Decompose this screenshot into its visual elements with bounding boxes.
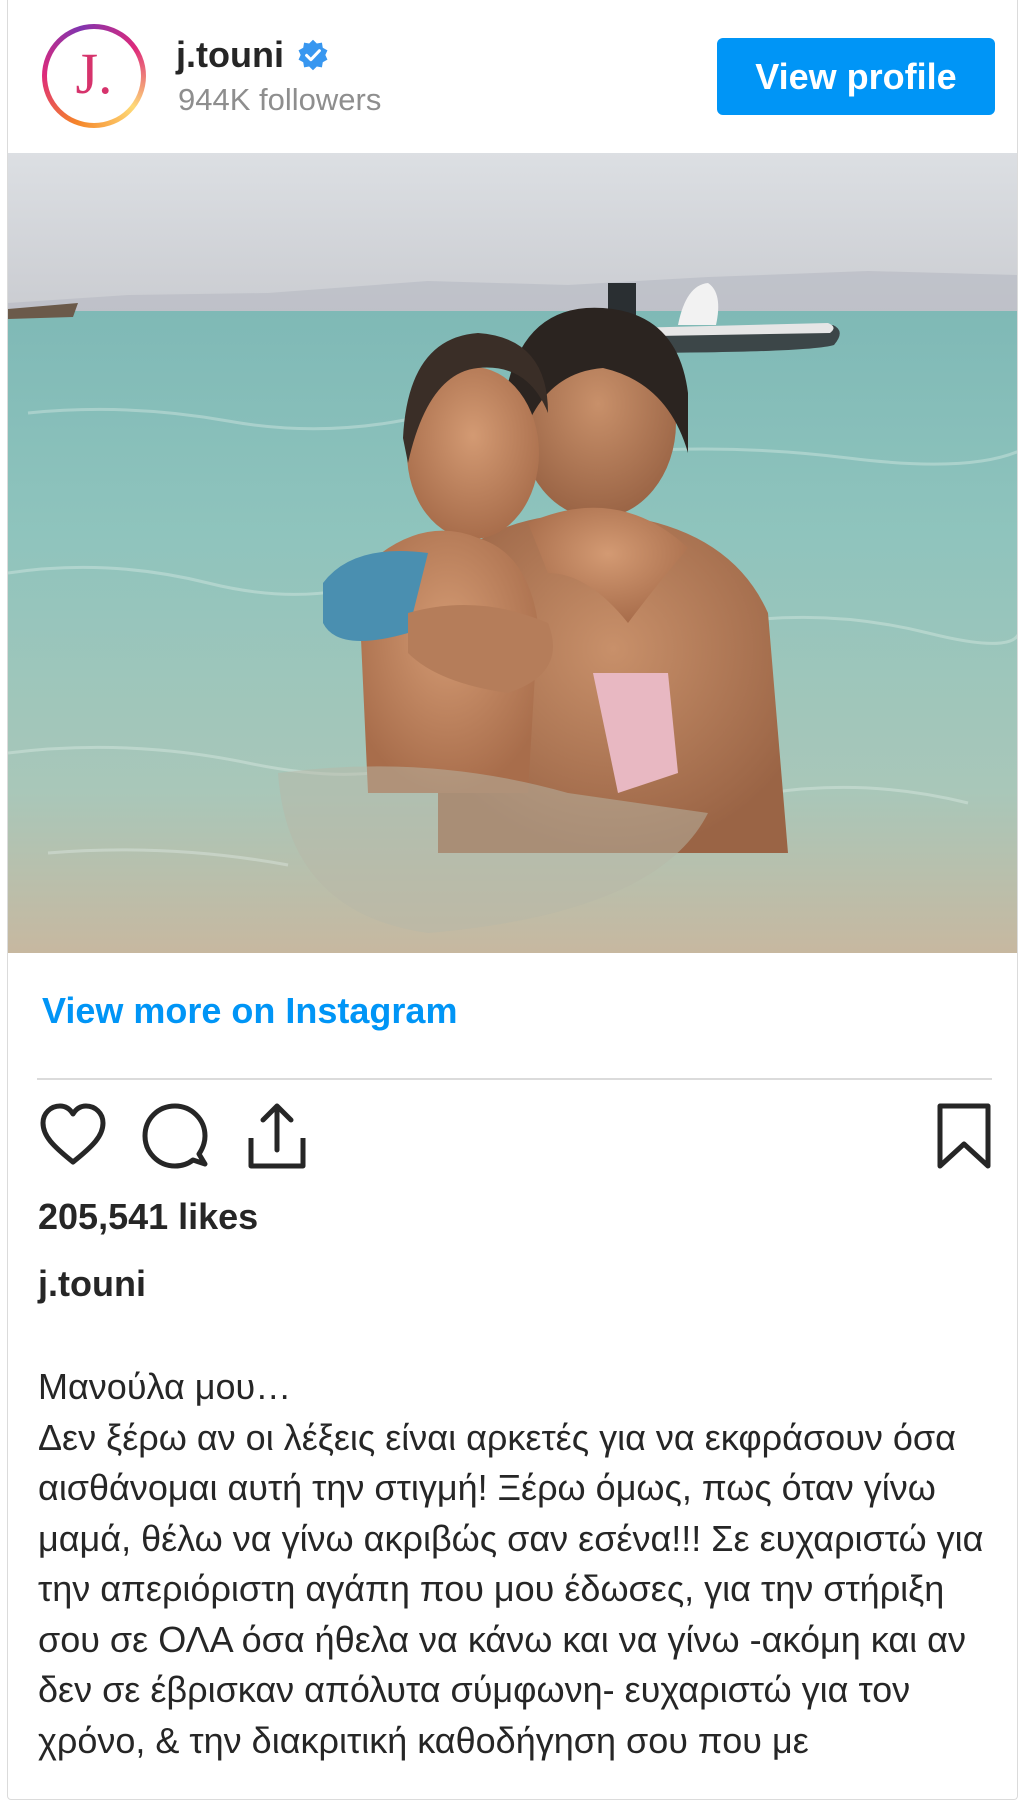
caption-text: Μανούλα μου… Δεν ξέρω αν οι λέξεις είναι… — [38, 1366, 984, 1761]
share-icon[interactable] — [241, 1100, 313, 1172]
caption-username[interactable]: j.touni — [38, 1263, 146, 1305]
instagram-embed-card: J. j.touni 944K followers View profile V… — [7, 0, 1018, 1800]
avatar-logo-text: J. — [75, 41, 113, 106]
username[interactable]: j.touni — [176, 34, 284, 76]
avatar-inner: J. — [47, 29, 141, 123]
username-row: j.touni — [176, 34, 330, 76]
action-bar — [8, 1100, 1017, 1172]
comment-icon[interactable] — [139, 1100, 211, 1172]
post-header: J. j.touni 944K followers View profile — [8, 0, 1017, 153]
divider — [37, 1078, 992, 1080]
heart-icon[interactable] — [37, 1100, 109, 1172]
verified-badge-icon — [296, 38, 330, 72]
likes-count[interactable]: 205,541 likes — [38, 1196, 258, 1238]
followers-count: 944K followers — [178, 82, 382, 117]
view-more-on-instagram-link[interactable]: View more on Instagram — [42, 990, 457, 1032]
avatar[interactable]: J. — [42, 24, 146, 128]
post-photo[interactable] — [8, 153, 1018, 953]
bookmark-icon[interactable] — [928, 1100, 1000, 1172]
view-profile-button[interactable]: View profile — [717, 38, 995, 115]
